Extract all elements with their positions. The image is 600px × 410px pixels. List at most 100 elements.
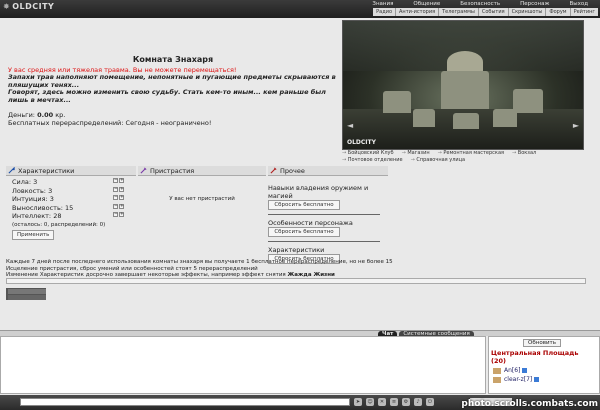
logo-text: OLDCITY [12, 2, 55, 11]
subnav-events[interactable]: События [477, 8, 508, 16]
nav-knowledge[interactable]: Знания [362, 1, 403, 8]
building-dome[interactable] [447, 51, 483, 73]
sound-icon[interactable]: ♪ [414, 398, 422, 406]
building-front-left[interactable] [413, 109, 435, 127]
stat-label: Сила: [12, 178, 32, 186]
top-bar: ✸ OLDCITY Знания Общение Безопасность Пер… [0, 0, 600, 18]
clear-icon[interactable]: ✕ [378, 398, 386, 406]
minus-icon[interactable]: − [113, 186, 118, 192]
nav-security[interactable]: Безопасность [450, 1, 510, 8]
link-station[interactable]: Вокзал [512, 150, 536, 157]
link-fight-club[interactable]: Бойцовский Клуб [342, 150, 394, 157]
subnav-radio[interactable]: Радио [373, 8, 395, 16]
stat-row-endurance: Выносливость: 15 − + [12, 203, 124, 213]
send-icon[interactable]: ➤ [354, 398, 362, 406]
characteristics-panel: Характеристики Сила: 3− + Ловкость: 3− + И… [6, 166, 136, 242]
top-nav: Знания Общение Безопасность Персонаж Вых… [362, 1, 598, 8]
subnav-anti-history[interactable]: Анти-история [395, 8, 438, 16]
stat-value: 3 [48, 186, 53, 195]
nav-communication[interactable]: Общение [403, 1, 450, 8]
link-shop[interactable]: Магазин [402, 150, 429, 157]
building-main[interactable] [441, 71, 489, 109]
counter-badge-2 [8, 295, 46, 300]
plus-icon[interactable]: + [119, 186, 124, 192]
divider-line [268, 241, 380, 242]
room-info: Комната Знахаря У вас средняя или тяжела… [8, 55, 338, 127]
stat-value: 3 [33, 178, 38, 186]
misc-header: Прочее [268, 166, 388, 176]
stat-value: 3 [49, 195, 54, 203]
misc-title: Прочее [280, 166, 305, 175]
settings-icon[interactable]: ⚙ [402, 398, 410, 406]
subnav-screenshots[interactable]: Скриншоты [507, 8, 546, 16]
building-front-right[interactable] [493, 109, 517, 127]
online-sidebar: Обновить Центральная Площадь (20) An[6] c… [488, 336, 600, 394]
chat-area[interactable] [0, 336, 486, 394]
apply-button[interactable]: Применить [12, 229, 55, 240]
stat-endurance: Выносливость: 15 [12, 204, 73, 213]
counter-badges[interactable] [6, 288, 46, 300]
subnav-telegrams[interactable]: Телеграммы [438, 8, 478, 16]
location-links: Бойцовский Клуб Магазин Ремонтная мастер… [342, 150, 584, 164]
stat-adjust: − + [113, 195, 124, 204]
stat-adjust: − + [113, 212, 124, 221]
minus-icon[interactable]: − [113, 203, 118, 209]
chat-input[interactable] [20, 398, 350, 406]
counter-badge-1 [8, 289, 46, 294]
stat-value: 15 [65, 203, 74, 212]
picture-caption: OLDCITY [347, 139, 376, 146]
misc-icon [270, 167, 277, 174]
online-user[interactable]: clear-z[7] [493, 376, 540, 383]
info-icon[interactable] [534, 377, 540, 382]
reset-skills-button[interactable]: Сбросить бесплатно [268, 200, 340, 210]
features-label: Особенности персонажа [268, 219, 353, 227]
minus-icon[interactable]: − [113, 195, 118, 200]
nav-exit[interactable]: Выход [559, 1, 598, 8]
minus-icon[interactable]: − [113, 178, 118, 183]
arrow-left-icon[interactable]: ◄ [347, 121, 353, 130]
divider-line [268, 214, 380, 215]
subnav-forum[interactable]: Форум [545, 8, 569, 16]
money-value: 0.00 [37, 111, 54, 119]
online-count: (20) [491, 356, 506, 365]
stat-adjust: − + [113, 203, 124, 213]
money-label: Деньги: [8, 111, 35, 119]
money-unit: кр. [55, 111, 66, 119]
link-info-street[interactable]: Справочная улица [411, 157, 465, 164]
filter-icon[interactable]: ≡ [390, 398, 398, 406]
building-right[interactable] [513, 89, 543, 113]
refresh-button[interactable]: Обновить [523, 339, 561, 347]
wrench-icon [8, 167, 15, 174]
arrow-right-icon[interactable]: ► [573, 121, 579, 130]
building-front-center[interactable] [453, 113, 479, 129]
free-redistribution: Бесплатных перераспределений: Сегодня - … [8, 119, 212, 127]
characteristics-title: Характеристики [18, 166, 75, 175]
stat-row-agility: Ловкость: 3 − + [12, 186, 124, 196]
stat-strength: Сила: 3 [12, 178, 37, 187]
smiley-icon[interactable]: ☺ [366, 398, 374, 406]
info-icon[interactable] [522, 368, 528, 373]
reset-features-button[interactable]: Сбросить бесплатно [268, 227, 340, 237]
game-logo[interactable]: ✸ OLDCITY [3, 2, 61, 15]
stat-value: 28 [53, 212, 62, 220]
plus-icon[interactable]: + [119, 178, 124, 183]
room-description-2: Говорят, здесь можно изменить свою судьб… [8, 88, 326, 104]
user-level: [7] [523, 376, 533, 383]
misc-panel: Прочее Навыки владения оружием и магией … [268, 166, 388, 264]
link-post-office[interactable]: Почтовое отделение [342, 157, 403, 164]
minus-icon[interactable]: − [113, 212, 118, 217]
stat-adjust: − + [113, 186, 124, 196]
subnav-rating[interactable]: Рейтинг [569, 8, 598, 16]
plus-icon[interactable]: + [119, 203, 124, 209]
plus-icon[interactable]: + [119, 195, 124, 200]
exit-icon[interactable]: ⏻ [426, 398, 434, 406]
addictions-title: Пристрастия [150, 166, 195, 175]
online-user[interactable]: An[6] [493, 367, 528, 374]
stat-row-intuition: Интуиция: 3 − + [12, 195, 124, 204]
room-description-1: Запахи трав наполняют помещение, непонят… [8, 73, 336, 89]
plus-icon[interactable]: + [119, 212, 124, 217]
stat-label: Ловкость: [12, 186, 46, 195]
nav-character[interactable]: Персонаж [510, 1, 559, 8]
building-left[interactable] [383, 91, 411, 113]
link-repair[interactable]: Ремонтная мастерская [438, 150, 504, 157]
